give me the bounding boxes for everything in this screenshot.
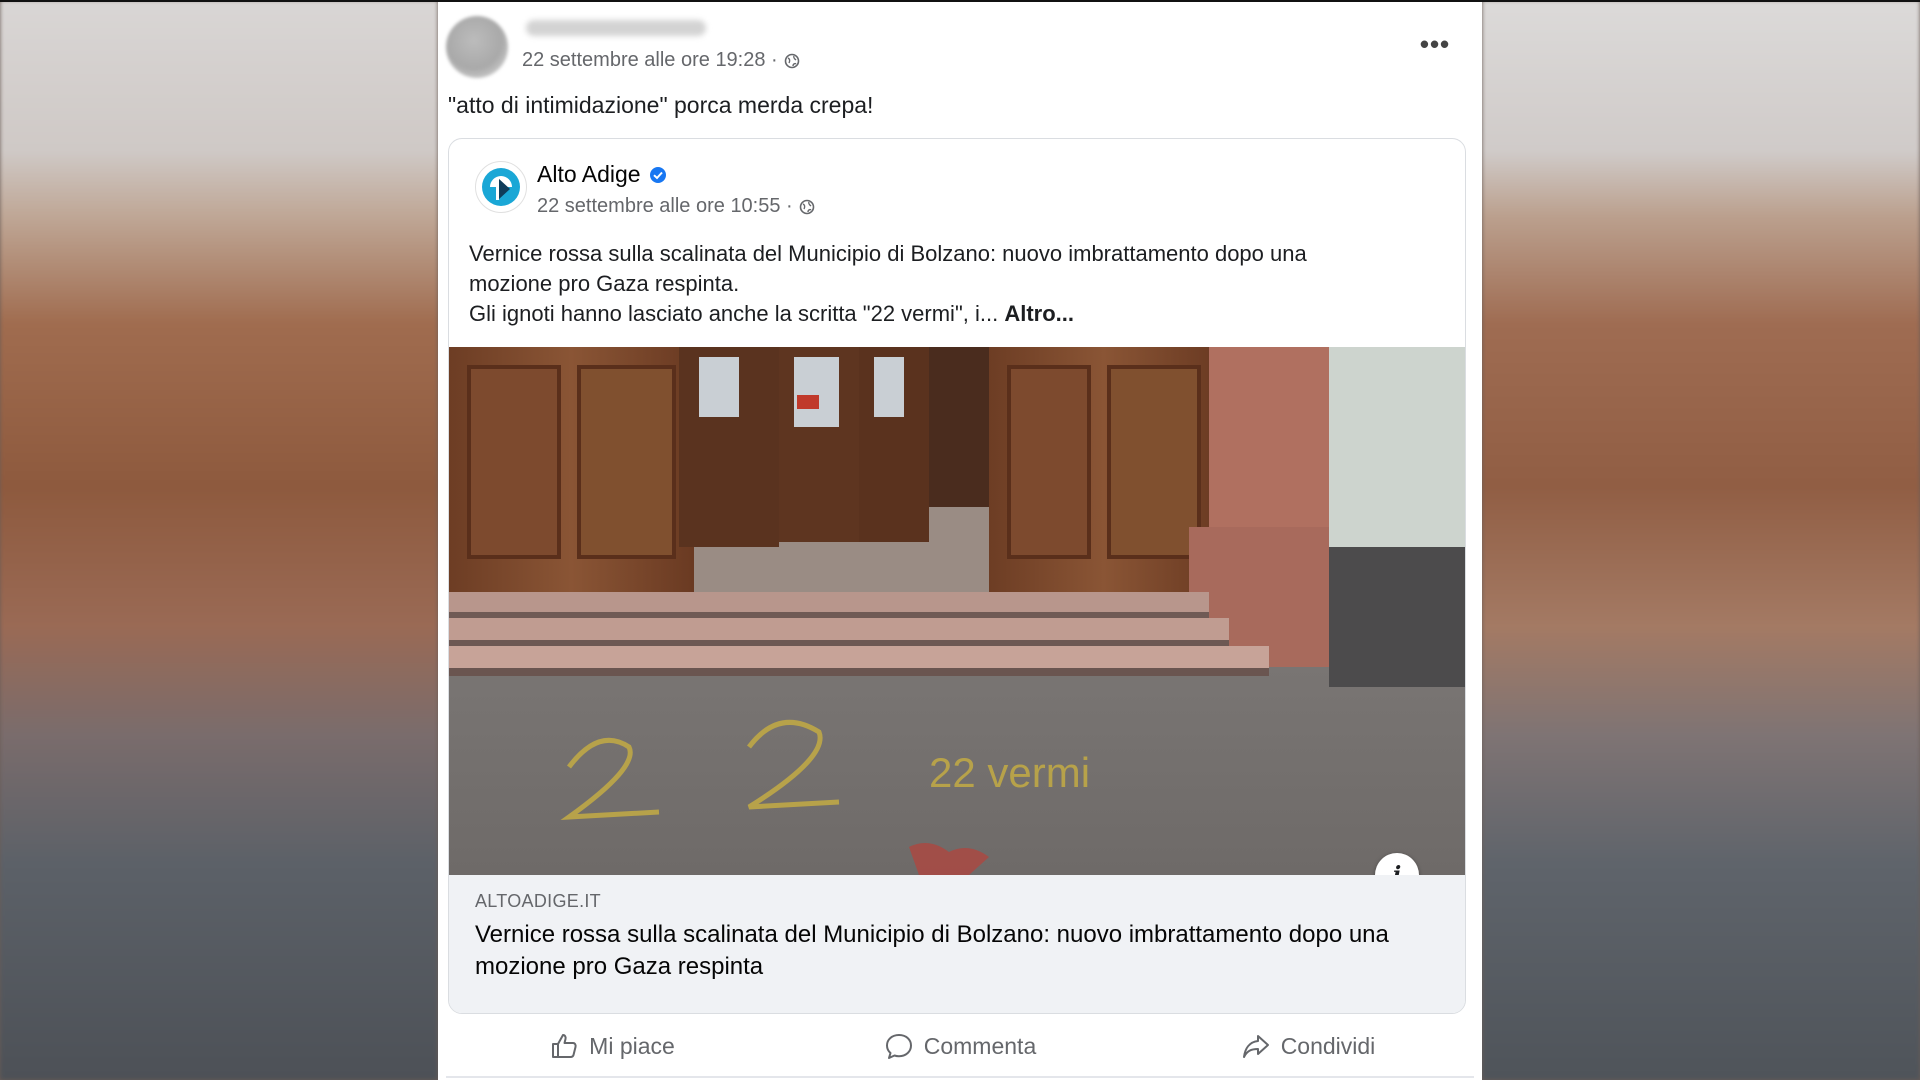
author-name-blurred[interactable] bbox=[526, 20, 706, 36]
share-label: Condividi bbox=[1280, 1032, 1376, 1059]
shared-text-line3: Gli ignoti hanno lasciato anche la scrit… bbox=[469, 301, 1005, 326]
shared-time-text[interactable]: 22 settembre alle ore 10:55 · bbox=[537, 195, 793, 218]
page-name[interactable]: Alto Adige bbox=[537, 161, 667, 188]
link-preview[interactable]: ALTOADIGE.IT Vernice rossa sulla scalina… bbox=[449, 875, 1465, 1013]
more-options-button[interactable]: ••• bbox=[1418, 28, 1452, 59]
post-text: "atto di intimidazione" porca merda crep… bbox=[448, 92, 874, 118]
town-hall-steps-photo: 22 vermi bbox=[449, 347, 1465, 875]
bottom-divider bbox=[446, 1076, 1474, 1078]
share-button[interactable]: Condividi bbox=[1134, 1031, 1482, 1061]
thumbs-up-icon bbox=[552, 1034, 577, 1058]
shared-timestamp[interactable]: 22 settembre alle ore 10:55 · bbox=[537, 195, 815, 218]
globe-icon bbox=[799, 199, 815, 214]
article-photo[interactable]: 22 vermi bbox=[449, 347, 1465, 875]
shared-text-line: Gli ignoti hanno lasciato anche la scrit… bbox=[469, 299, 1449, 329]
photo-graffiti-text: 22 vermi bbox=[929, 749, 1090, 796]
page-name-text[interactable]: Alto Adige bbox=[537, 161, 641, 188]
more-options-icon: ••• bbox=[1419, 28, 1451, 59]
post-actions-bar: Mi piace Commenta Condividi bbox=[438, 1018, 1482, 1074]
post-header: 22 settembre alle ore 19:28 · ••• bbox=[438, 2, 1482, 92]
like-button[interactable]: Mi piace bbox=[438, 1031, 786, 1061]
shared-text-line: mozione pro Gaza respinta. bbox=[469, 271, 740, 296]
comment-label: Commenta bbox=[923, 1032, 1037, 1059]
comment-button[interactable]: Commenta bbox=[786, 1031, 1134, 1061]
link-domain: ALTOADIGE.IT bbox=[475, 891, 601, 911]
like-label: Mi piace bbox=[589, 1032, 675, 1059]
link-title[interactable]: Vernice rossa sulla scalinata del Munici… bbox=[475, 919, 1435, 983]
blurred-background-right bbox=[1482, 0, 1920, 1080]
shared-post-text: Vernice rossa sulla scalinata del Munici… bbox=[469, 239, 1449, 329]
verified-badge-icon bbox=[649, 166, 666, 183]
shared-text-line: Vernice rossa sulla scalinata del Munici… bbox=[469, 241, 1307, 266]
author-avatar-blurred[interactable] bbox=[446, 16, 508, 78]
shared-post-card[interactable]: Alto Adige 22 settembre alle ore 10:55 ·… bbox=[448, 138, 1466, 1014]
comment-bubble-icon bbox=[885, 1034, 912, 1059]
share-arrow-icon bbox=[1242, 1035, 1269, 1058]
see-more-link[interactable]: Altro... bbox=[1004, 301, 1074, 326]
globe-icon bbox=[784, 53, 800, 68]
post-time-text[interactable]: 22 settembre alle ore 19:28 · bbox=[522, 49, 778, 72]
blurred-background-left bbox=[0, 0, 438, 1080]
alto-adige-logo[interactable] bbox=[475, 161, 527, 213]
post-timestamp[interactable]: 22 settembre alle ore 19:28 · bbox=[522, 49, 800, 72]
facebook-post: 22 settembre alle ore 19:28 · ••• "atto … bbox=[438, 2, 1482, 1080]
